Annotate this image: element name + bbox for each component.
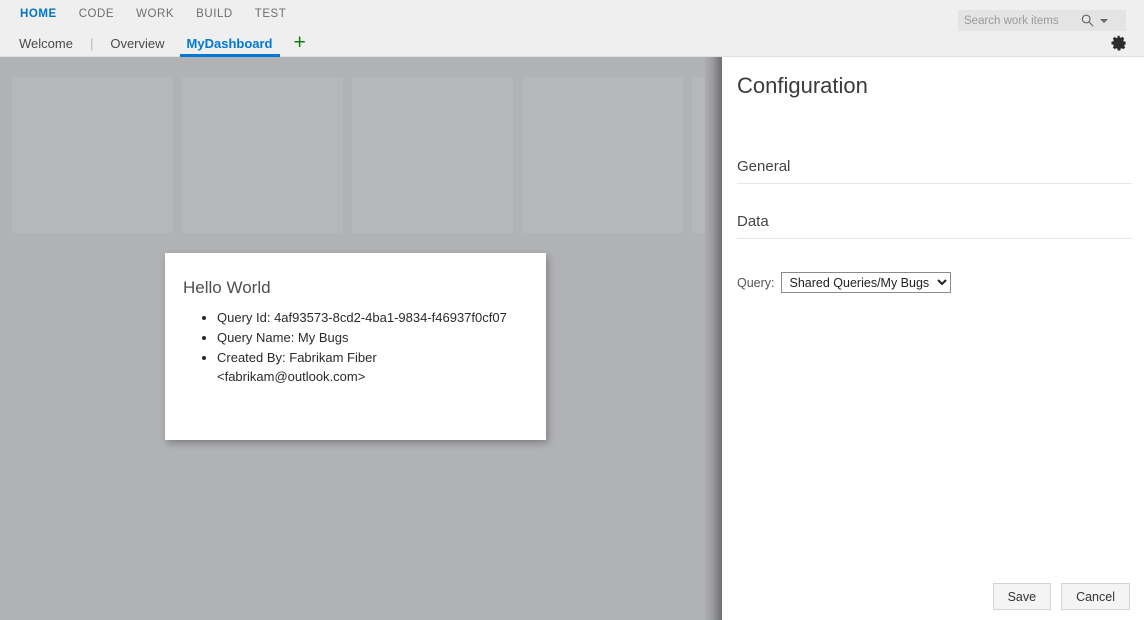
query-field-row: Query: Shared Queries/My Bugs	[737, 272, 951, 293]
configuration-panel: Configuration General Data Query: Shared…	[722, 57, 1144, 620]
widget-title: Hello World	[183, 278, 528, 298]
section-general-divider	[737, 183, 1132, 184]
hub-item-work[interactable]: WORK	[125, 0, 185, 29]
app-root: HOME CODE WORK BUILD TEST Welcome | Over…	[0, 0, 1144, 620]
cancel-button[interactable]: Cancel	[1061, 583, 1130, 610]
widget-created-by: Created By: Fabrikam Fiber <fabrikam@out…	[217, 348, 528, 386]
widget-query-name: Query Name: My Bugs	[217, 328, 528, 347]
section-general-label: General	[737, 158, 1132, 183]
hub-nav: HOME CODE WORK BUILD TEST	[0, 0, 297, 29]
search-icon[interactable]	[1080, 13, 1095, 28]
placeholder-tile	[692, 77, 705, 233]
tab-overview[interactable]: Overview	[99, 30, 175, 57]
section-data: Data	[737, 213, 1132, 239]
top-chrome: HOME CODE WORK BUILD TEST Welcome | Over…	[0, 0, 1144, 57]
placeholder-tile	[522, 77, 683, 233]
tab-mydashboard[interactable]: MyDashboard	[176, 30, 284, 57]
hello-world-widget[interactable]: Hello World Query Id: 4af93573-8cd2-4ba1…	[165, 253, 546, 440]
hub-item-build[interactable]: BUILD	[185, 0, 244, 29]
hub-item-test[interactable]: TEST	[244, 0, 298, 29]
tab-separator: |	[84, 30, 99, 57]
section-data-label: Data	[737, 213, 1132, 238]
hub-item-home[interactable]: HOME	[9, 0, 68, 29]
tab-welcome[interactable]: Welcome	[8, 30, 84, 57]
section-data-divider	[737, 238, 1132, 239]
config-panel-title: Configuration	[737, 73, 868, 99]
widget-query-id: Query Id: 4af93573-8cd2-4ba1-9834-f46937…	[217, 308, 528, 327]
search-box[interactable]	[958, 10, 1126, 31]
placeholder-tile	[352, 77, 513, 233]
placeholder-tile	[182, 77, 343, 233]
widget-tile-row	[12, 77, 705, 233]
dashboard-tab-strip: Welcome | Overview MyDashboard +	[0, 29, 316, 57]
chevron-down-icon[interactable]	[1100, 19, 1108, 23]
gear-icon[interactable]	[1110, 34, 1128, 52]
placeholder-tile	[12, 77, 173, 233]
add-dashboard-icon[interactable]: +	[284, 32, 316, 54]
hub-item-code[interactable]: CODE	[68, 0, 125, 29]
section-general: General	[737, 158, 1132, 184]
widget-detail-list: Query Id: 4af93573-8cd2-4ba1-9834-f46937…	[183, 308, 528, 386]
query-select[interactable]: Shared Queries/My Bugs	[781, 272, 951, 293]
search-input[interactable]	[958, 11, 1078, 30]
canvas-shadow-edge	[705, 57, 722, 620]
save-button[interactable]: Save	[993, 583, 1052, 610]
config-action-buttons: Save Cancel	[993, 583, 1130, 610]
query-field-label: Query:	[737, 276, 775, 290]
